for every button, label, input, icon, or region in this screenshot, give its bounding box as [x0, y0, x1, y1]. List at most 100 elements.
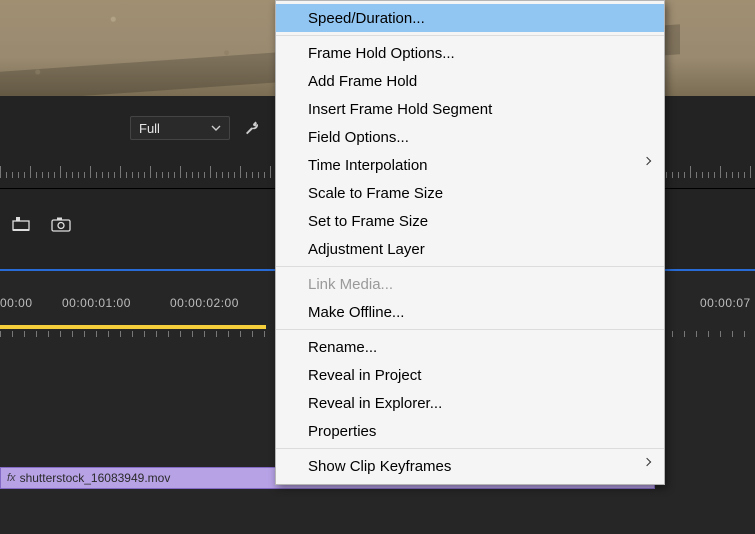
ruler-tick [684, 172, 685, 178]
ruler-tick [702, 172, 703, 178]
ruler-tick [84, 331, 85, 337]
menu-item-adjustment-layer[interactable]: Adjustment Layer [276, 235, 664, 263]
ruler-tick [744, 331, 745, 337]
ruler-tick [54, 172, 55, 178]
ruler-tick [96, 172, 97, 178]
ruler-tick [696, 172, 697, 178]
chevron-down-icon [211, 125, 221, 131]
menu-item-scale-to-frame-size[interactable]: Scale to Frame Size [276, 179, 664, 207]
ruler-tick [708, 172, 709, 178]
menu-item-properties[interactable]: Properties [276, 417, 664, 445]
ruler-tick [12, 172, 13, 178]
ruler-tick [720, 166, 721, 178]
timecode-label: 00:00 [0, 296, 33, 310]
timecode-label: 00:00:02:00 [170, 296, 239, 310]
menu-item-label: Add Frame Hold [308, 73, 417, 90]
ruler-tick [264, 172, 265, 178]
ruler-tick [120, 331, 121, 337]
menu-item-make-offline[interactable]: Make Offline... [276, 298, 664, 326]
ruler-tick [18, 172, 19, 178]
ruler-tick [216, 172, 217, 178]
menu-item-label: Scale to Frame Size [308, 185, 443, 202]
ruler-tick [252, 172, 253, 178]
menu-item-label: Time Interpolation [308, 157, 428, 174]
menu-separator [276, 266, 664, 267]
ruler-tick [66, 172, 67, 178]
ruler-tick [24, 172, 25, 178]
ruler-tick [210, 166, 211, 178]
ruler-tick [180, 331, 181, 337]
ruler-tick [24, 331, 25, 337]
menu-item-label: Insert Frame Hold Segment [308, 101, 492, 118]
ruler-tick [84, 172, 85, 178]
ruler-tick [96, 331, 97, 337]
ruler-tick [204, 331, 205, 337]
ruler-tick [228, 331, 229, 337]
settings-wrench-icon[interactable] [240, 116, 264, 140]
menu-item-frame-hold-options[interactable]: Frame Hold Options... [276, 39, 664, 67]
export-frame-icon[interactable] [8, 213, 34, 235]
ruler-tick [162, 172, 163, 178]
ruler-tick [114, 172, 115, 178]
ruler-tick [108, 172, 109, 178]
menu-item-label: Show Clip Keyframes [308, 458, 451, 475]
ruler-tick [138, 172, 139, 178]
ruler-tick [42, 172, 43, 178]
ruler-tick [714, 172, 715, 178]
ruler-tick [270, 166, 271, 178]
ruler-tick [120, 166, 121, 178]
playback-resolution-dropdown[interactable]: Full [130, 116, 230, 140]
work-area-bar[interactable] [0, 325, 266, 329]
menu-item-time-interpolation[interactable]: Time Interpolation [276, 151, 664, 179]
menu-item-label: Speed/Duration... [308, 10, 425, 27]
ruler-tick [222, 172, 223, 178]
ruler-tick [240, 166, 241, 178]
ruler-tick [192, 172, 193, 178]
menu-item-rename[interactable]: Rename... [276, 333, 664, 361]
ruler-tick [696, 331, 697, 337]
menu-separator [276, 35, 664, 36]
ruler-tick [90, 166, 91, 178]
ruler-tick [180, 166, 181, 178]
snapshot-camera-icon[interactable] [48, 213, 74, 235]
ruler-tick [672, 331, 673, 337]
menu-item-label: Set to Frame Size [308, 213, 428, 230]
ruler-tick [252, 331, 253, 337]
menu-item-show-clip-keyframes[interactable]: Show Clip Keyframes [276, 452, 664, 480]
ruler-tick [720, 331, 721, 337]
ruler-tick [78, 172, 79, 178]
ruler-tick [108, 331, 109, 337]
ruler-tick [258, 172, 259, 178]
ruler-tick [156, 331, 157, 337]
ruler-tick [228, 172, 229, 178]
timecode-label: 00:00:01:00 [62, 296, 131, 310]
menu-item-label: Reveal in Explorer... [308, 395, 442, 412]
menu-item-link-media: Link Media... [276, 270, 664, 298]
menu-item-field-options[interactable]: Field Options... [276, 123, 664, 151]
menu-item-add-frame-hold[interactable]: Add Frame Hold [276, 67, 664, 95]
ruler-tick [246, 172, 247, 178]
ruler-tick [0, 331, 1, 337]
ruler-tick [708, 331, 709, 337]
menu-item-speed-duration[interactable]: Speed/Duration... [276, 4, 664, 32]
ruler-tick [60, 166, 61, 178]
ruler-tick [684, 331, 685, 337]
ruler-tick [264, 331, 265, 337]
menu-item-label: Field Options... [308, 129, 409, 146]
ruler-tick [240, 331, 241, 337]
menu-item-reveal-in-project[interactable]: Reveal in Project [276, 361, 664, 389]
ruler-tick [216, 331, 217, 337]
ruler-tick [174, 172, 175, 178]
ruler-tick [672, 172, 673, 178]
chevron-right-icon [643, 458, 651, 466]
menu-item-insert-frame-hold-segment[interactable]: Insert Frame Hold Segment [276, 95, 664, 123]
ruler-tick [732, 331, 733, 337]
ruler-tick [36, 331, 37, 337]
ruler-tick [72, 331, 73, 337]
ruler-tick [0, 166, 1, 178]
menu-item-set-to-frame-size[interactable]: Set to Frame Size [276, 207, 664, 235]
ruler-tick [690, 166, 691, 178]
fx-badge: fx [7, 472, 16, 484]
menu-item-reveal-in-explorer[interactable]: Reveal in Explorer... [276, 389, 664, 417]
menu-item-label: Make Offline... [308, 304, 404, 321]
